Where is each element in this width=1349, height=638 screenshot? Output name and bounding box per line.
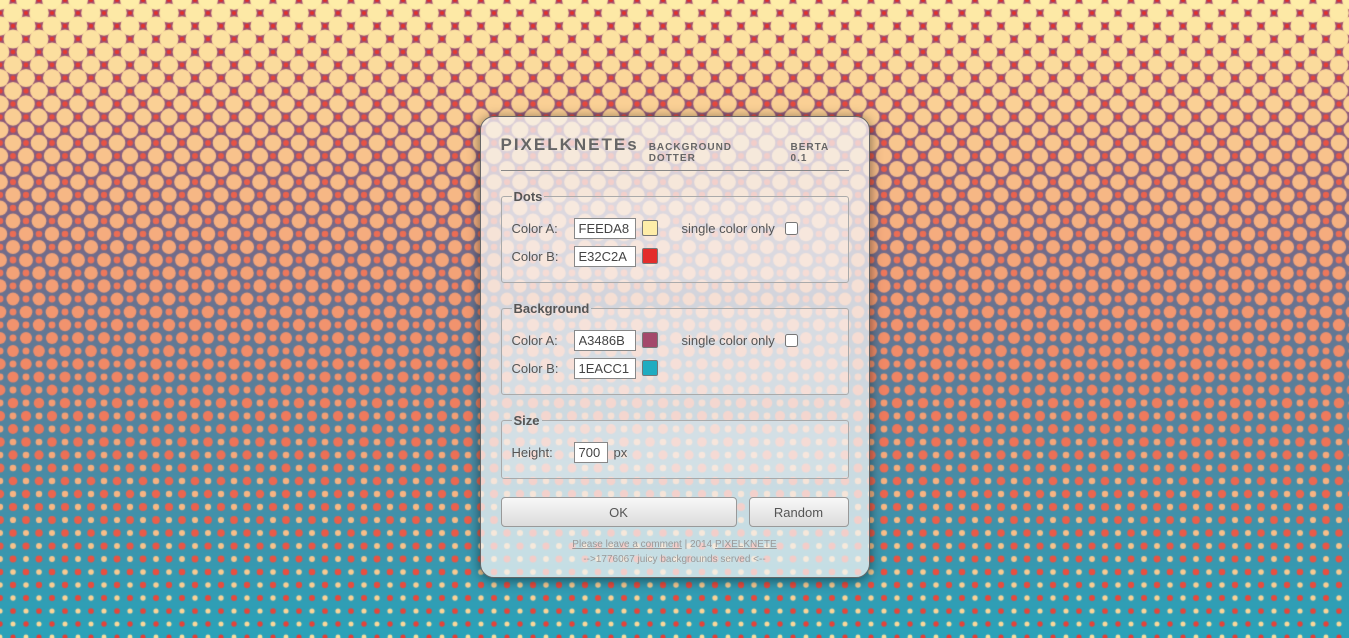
bg-color-a-input[interactable] xyxy=(574,330,636,351)
bg-single-label: single color only xyxy=(682,333,775,348)
dots-fieldset: Dots Color A: single color only Color B: xyxy=(501,189,849,283)
bg-color-b-input[interactable] xyxy=(574,358,636,379)
bg-color-b-label: Color B: xyxy=(512,361,568,376)
panel-header: PIXELKNETEs BACKGROUND DOTTER BERTA 0.1 xyxy=(501,135,849,171)
size-fieldset: Size Height: px xyxy=(501,413,849,479)
bg-color-b-swatch[interactable] xyxy=(642,360,658,376)
bg-color-a-label: Color A: xyxy=(512,333,568,348)
served-counter: -->1776067 juicy backgrounds served <-- xyxy=(583,554,765,565)
dots-color-b-input[interactable] xyxy=(574,246,636,267)
dots-color-b-swatch[interactable] xyxy=(642,248,658,264)
panel-footer: Please leave a comment | 2014 PIXELKNETE… xyxy=(501,537,849,567)
site-link[interactable]: PIXELKNETE xyxy=(715,539,777,550)
dots-color-a-swatch[interactable] xyxy=(642,220,658,236)
dots-single-checkbox[interactable] xyxy=(785,222,798,235)
size-legend: Size xyxy=(512,413,542,428)
button-row: OK Random xyxy=(501,497,849,527)
height-input[interactable] xyxy=(574,442,608,463)
dots-color-b-label: Color B: xyxy=(512,249,568,264)
dots-legend: Dots xyxy=(512,189,545,204)
control-panel: PIXELKNETEs BACKGROUND DOTTER BERTA 0.1 … xyxy=(480,116,870,578)
dots-color-a-input[interactable] xyxy=(574,218,636,239)
app-version: BERTA 0.1 xyxy=(791,142,849,164)
dots-color-a-label: Color A: xyxy=(512,221,568,236)
app-title: PIXELKNETEs xyxy=(501,135,639,155)
random-button[interactable]: Random xyxy=(749,497,849,527)
height-unit: px xyxy=(614,445,628,460)
height-label: Height: xyxy=(512,445,568,460)
app-subtitle: BACKGROUND DOTTER xyxy=(649,142,781,164)
footer-sep: | 2014 xyxy=(682,539,715,550)
bg-single-checkbox[interactable] xyxy=(785,334,798,347)
comment-link[interactable]: Please leave a comment xyxy=(572,539,682,550)
bg-color-a-swatch[interactable] xyxy=(642,332,658,348)
background-legend: Background xyxy=(512,301,592,316)
background-fieldset: Background Color A: single color only Co… xyxy=(501,301,849,395)
ok-button[interactable]: OK xyxy=(501,497,737,527)
dots-single-label: single color only xyxy=(682,221,775,236)
